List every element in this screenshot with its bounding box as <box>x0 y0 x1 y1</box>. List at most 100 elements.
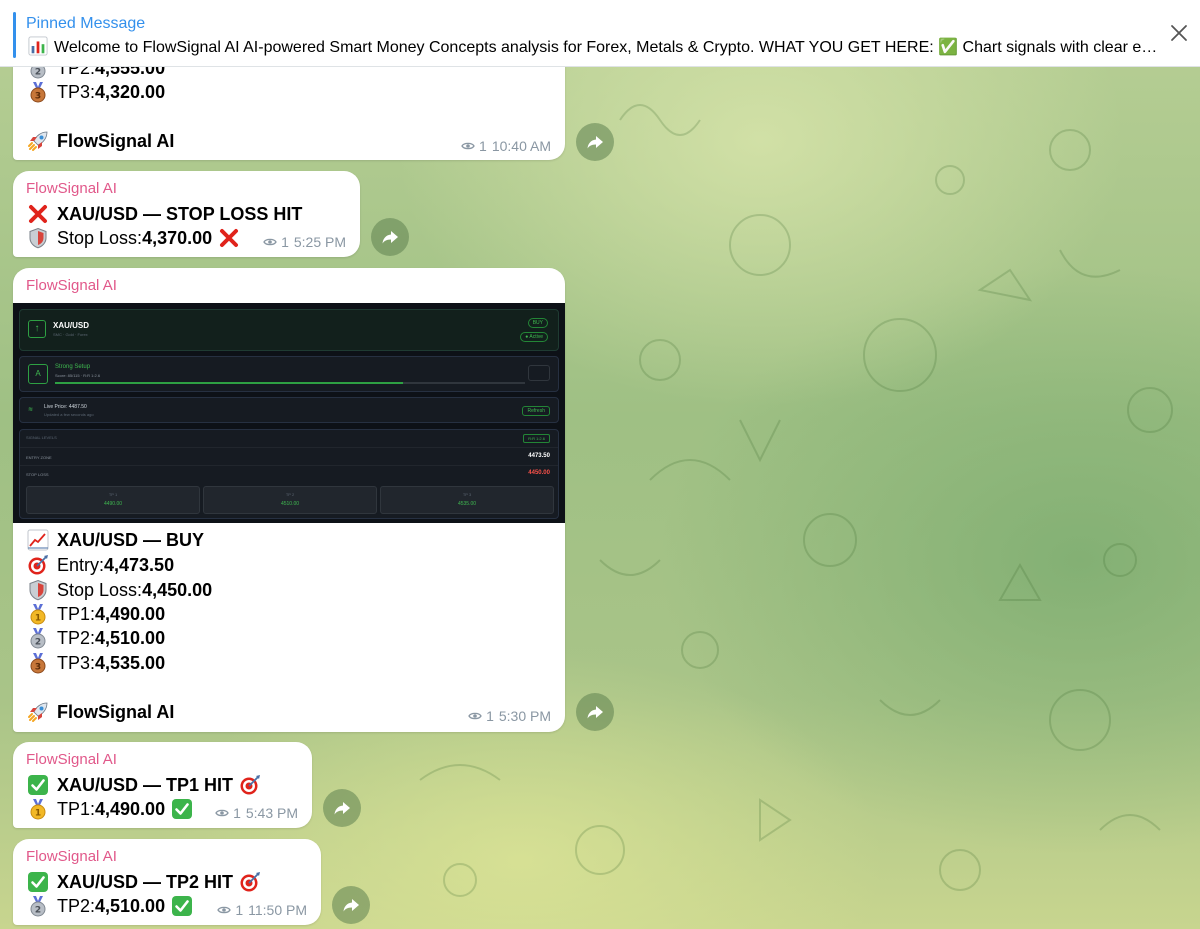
headline-line: XAU/USD — TP2 HIT <box>27 870 261 894</box>
medal-2-icon <box>27 627 49 649</box>
tp-box-value: 4510.00 <box>280 501 300 507</box>
stop-loss-value: 4,370.00 <box>142 228 213 248</box>
forward-button[interactable] <box>576 123 614 161</box>
message-time: 5:30 PM <box>498 708 551 724</box>
shield-icon <box>27 579 49 601</box>
message-bubble[interactable]: FlowSignal AI XAU/USD — TP1 HIT TP1: 4,4… <box>13 742 312 828</box>
tp-box-label: TP 3 <box>462 492 472 497</box>
rr-badge: R:R 1:2.6 <box>523 434 550 443</box>
tp-box-label: TP 2 <box>285 492 295 497</box>
pinned-text-content: Welcome to FlowSignal AI AI-powered Smar… <box>54 39 1158 56</box>
tp-box: TP 1 4490.00 <box>26 486 200 514</box>
view-count: 1 <box>479 138 487 154</box>
tp3-label: TP3: <box>57 82 96 102</box>
check-icon <box>171 895 193 917</box>
eye-icon <box>215 808 229 818</box>
forward-button[interactable] <box>371 218 409 256</box>
tp1-label: TP1: <box>57 604 96 624</box>
entry-zone-label: ENTRY ZONE <box>26 455 52 460</box>
sender-name[interactable]: FlowSignal AI <box>26 751 117 768</box>
tp-box: TP 2 4510.00 <box>203 486 377 514</box>
forward-icon <box>332 798 352 818</box>
shield-icon <box>27 227 49 249</box>
sender-name[interactable]: FlowSignal AI <box>26 180 117 197</box>
pinned-text: Welcome to FlowSignal AI AI-powered Smar… <box>28 36 1158 57</box>
entry-zone-value: 4473.50 <box>528 453 550 459</box>
divider <box>20 447 558 448</box>
entry-line: Entry: 4,473.50 <box>27 553 174 577</box>
setup-progress-track <box>55 382 525 384</box>
signal-chart-image[interactable]: ↑ XAU/USD SMC · Gold · Forex BUY ● Activ… <box>13 303 565 523</box>
grade-badge: A <box>28 364 48 384</box>
signature: FlowSignal AI <box>57 131 175 151</box>
stop-loss-line: Stop Loss: 4,450.00 <box>27 578 212 602</box>
pair-card: ↑ XAU/USD SMC · Gold · Forex BUY ● Activ… <box>19 309 559 351</box>
headline-line: XAU/USD — BUY <box>27 528 204 552</box>
signature-line: FlowSignal AI <box>27 129 174 153</box>
check-icon <box>171 798 193 820</box>
rocket-icon <box>27 130 49 152</box>
sender-name[interactable]: FlowSignal AI <box>26 848 117 865</box>
stop-loss-label-image: STOP LOSS <box>26 472 49 477</box>
trend-up-icon: ↑ <box>28 320 46 338</box>
eye-icon <box>217 905 231 915</box>
setup-action <box>528 365 550 381</box>
tp2-value: 4,510.00 <box>95 628 166 648</box>
divider <box>20 465 558 466</box>
target-icon <box>27 554 49 576</box>
message-time: 10:40 AM <box>491 138 551 154</box>
trend-up-icon <box>27 529 49 551</box>
view-count: 1 <box>233 805 241 821</box>
forward-icon <box>585 132 605 152</box>
pinned-title: Pinned Message <box>26 15 146 32</box>
medal-1-icon <box>27 603 49 625</box>
message-bubble[interactable]: FlowSignal AI ↑ XAU/USD SMC · Gold · For… <box>13 268 565 732</box>
tp1-line: TP1: 4,490.00 <box>27 797 193 821</box>
setup-progress-fill <box>55 382 403 384</box>
view-count: 1 <box>235 902 244 918</box>
check-icon <box>27 871 49 893</box>
stop-loss-label: Stop Loss: <box>57 580 143 600</box>
message-meta: 1 11:50 PM <box>217 902 307 918</box>
active-badge: ● Active <box>520 332 548 342</box>
setup-label: Strong Setup <box>55 364 91 370</box>
tp2-label: TP2: <box>57 628 96 648</box>
pinned-accent-line <box>13 12 16 58</box>
tp2-label: TP2: <box>57 896 96 916</box>
tp-box-value: 4535.00 <box>457 501 477 507</box>
tp2-line: TP2: 4,510.00 <box>27 626 165 650</box>
close-icon[interactable] <box>1168 22 1190 44</box>
live-sub: Updated a few seconds ago <box>44 412 94 417</box>
tp3-label: TP3: <box>57 653 96 673</box>
message-meta: 1 10:40 AM <box>461 138 551 154</box>
medal-2-icon <box>27 895 49 917</box>
sender-name[interactable]: FlowSignal AI <box>26 277 117 294</box>
stop-loss-line: Stop Loss: 4,370.00 <box>27 226 240 250</box>
check-icon <box>27 774 49 796</box>
setup-score: Score: 85/115 · R:R 1:2.6 <box>55 373 101 378</box>
tp-box: TP 3 4535.00 <box>380 486 554 514</box>
message-bubble[interactable]: FlowSignal AI XAU/USD — STOP LOSS HIT St… <box>13 171 360 257</box>
tp2-line: TP2: 4,510.00 <box>27 894 193 918</box>
live-price: Live Price: 4487.50 <box>44 404 87 410</box>
medal-3-icon <box>27 652 49 674</box>
view-count: 1 <box>486 708 494 724</box>
tp3-value: 4,535.00 <box>95 653 166 673</box>
forward-icon <box>380 227 400 247</box>
image-pair: XAU/USD <box>53 321 90 330</box>
message-bubble[interactable]: FlowSignal AI XAU/USD — TP2 HIT TP2: 4,5… <box>13 839 321 925</box>
stop-loss-label: Stop Loss: <box>57 228 143 248</box>
tp-box-value: 4490.00 <box>103 501 123 507</box>
message-meta: 1 5:30 PM <box>468 708 551 724</box>
forward-icon <box>585 702 605 722</box>
headline: XAU/USD — TP1 HIT <box>57 775 234 795</box>
forward-icon <box>341 895 361 915</box>
forward-button[interactable] <box>576 693 614 731</box>
tp-box-label: TP 1 <box>108 492 118 497</box>
message-time: 5:25 PM <box>293 234 346 250</box>
tp1-value: 4,490.00 <box>95 799 166 819</box>
pinned-message-bar[interactable]: Pinned Message Welcome to FlowSignal AI … <box>0 0 1200 67</box>
forward-button[interactable] <box>332 886 370 924</box>
forward-button[interactable] <box>323 789 361 827</box>
image-pair-sub: SMC · Gold · Forex <box>53 332 88 337</box>
